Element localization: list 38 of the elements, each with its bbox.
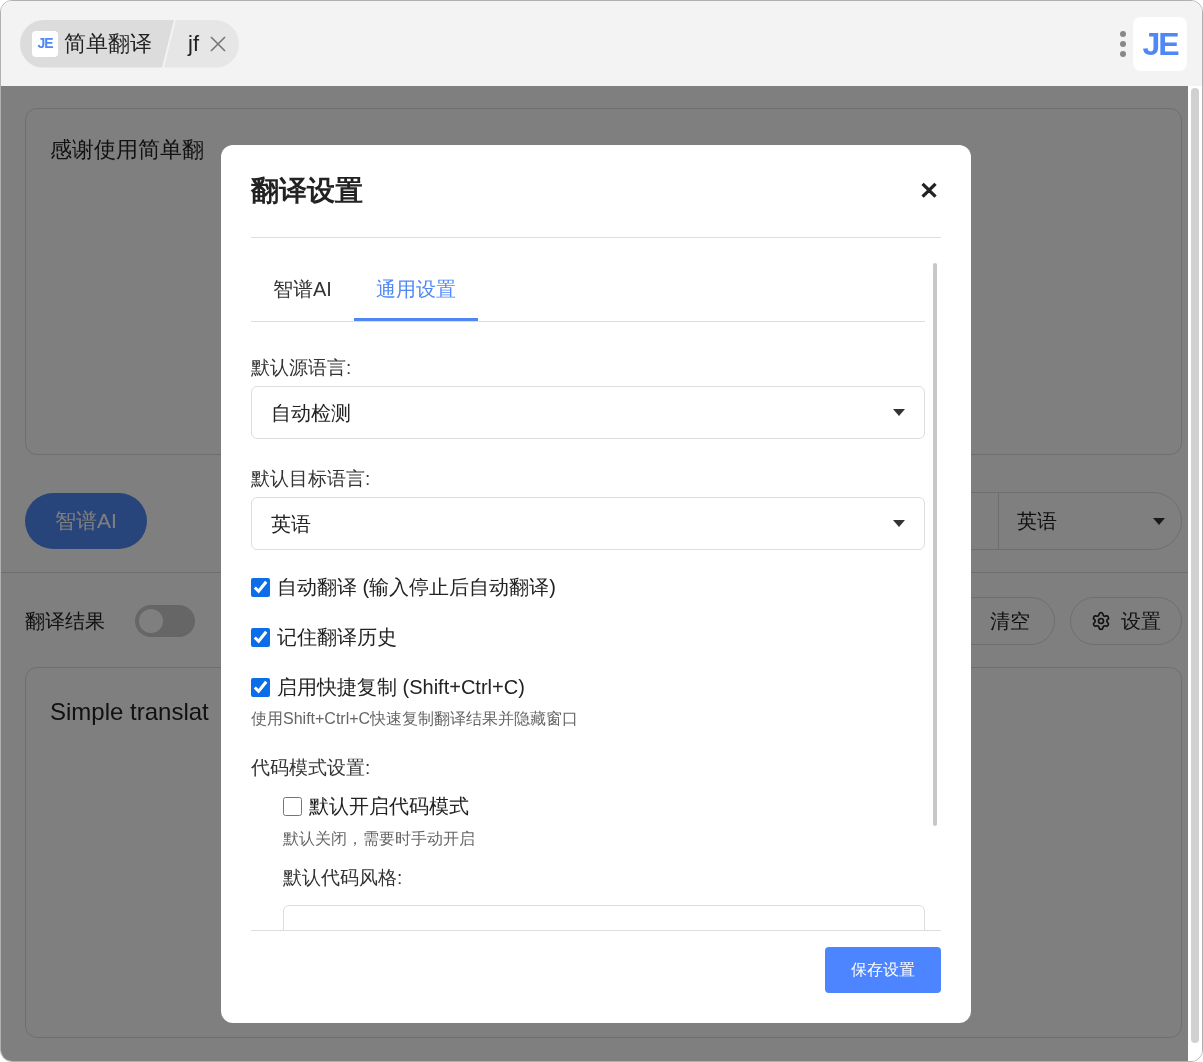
dropdown-caret-icon	[1153, 517, 1165, 525]
toggle-switch[interactable]	[135, 605, 195, 637]
source-language-select[interactable]: 自动检测	[251, 386, 925, 439]
input-text: 感谢使用简单翻	[50, 137, 204, 162]
option-label: 记住翻译历史	[277, 625, 397, 650]
option-label: 启用快捷复制 (Shift+Ctrl+C)	[277, 675, 525, 700]
scrollbar[interactable]	[1191, 88, 1199, 1043]
dropdown-caret-icon	[893, 520, 905, 527]
option-label: 自动翻译 (输入停止后自动翻译)	[277, 575, 556, 600]
checkbox[interactable]	[251, 627, 270, 647]
section-heading: 代码模式设置:	[251, 756, 372, 780]
settings-icon	[1091, 611, 1111, 631]
tab[interactable]: 智谱AI	[251, 259, 354, 321]
option-label: 默认开启代码模式	[309, 794, 469, 819]
checkbox[interactable]	[251, 577, 270, 597]
field-label: 默认代码风格:	[283, 866, 404, 890]
more-icon[interactable]	[1119, 29, 1127, 58]
tab-label: jf	[188, 30, 199, 58]
checkbox[interactable]	[251, 677, 270, 697]
logo: JE	[32, 30, 58, 57]
option-hint: 默认关闭，需要时手动开启	[283, 829, 476, 849]
field-label: 默认源语言:	[251, 356, 353, 380]
dialog-title: 翻译设置	[251, 174, 363, 208]
app-title: 简单翻译	[64, 30, 153, 58]
dropdown-caret-icon	[893, 409, 905, 416]
result-label: 翻译结果	[25, 609, 105, 634]
close-button[interactable]: ✕	[919, 179, 941, 203]
scrollbar[interactable]	[933, 263, 937, 826]
logo: JE	[1133, 16, 1187, 71]
output-text: Simple translat	[50, 698, 209, 725]
document-tab[interactable]: jf	[164, 19, 239, 68]
target-language-select[interactable]: 英语	[251, 497, 925, 550]
field-label: 默认目标语言:	[251, 467, 372, 491]
option-hint: 使用Shift+Ctrl+C快速复制翻译结果并隐藏窗口	[251, 709, 580, 729]
close-icon[interactable]	[209, 34, 227, 53]
checkbox[interactable]	[283, 796, 302, 816]
language-select[interactable]: 英语	[999, 493, 1181, 549]
app-tab[interactable]: JE 简单翻译	[20, 19, 174, 68]
